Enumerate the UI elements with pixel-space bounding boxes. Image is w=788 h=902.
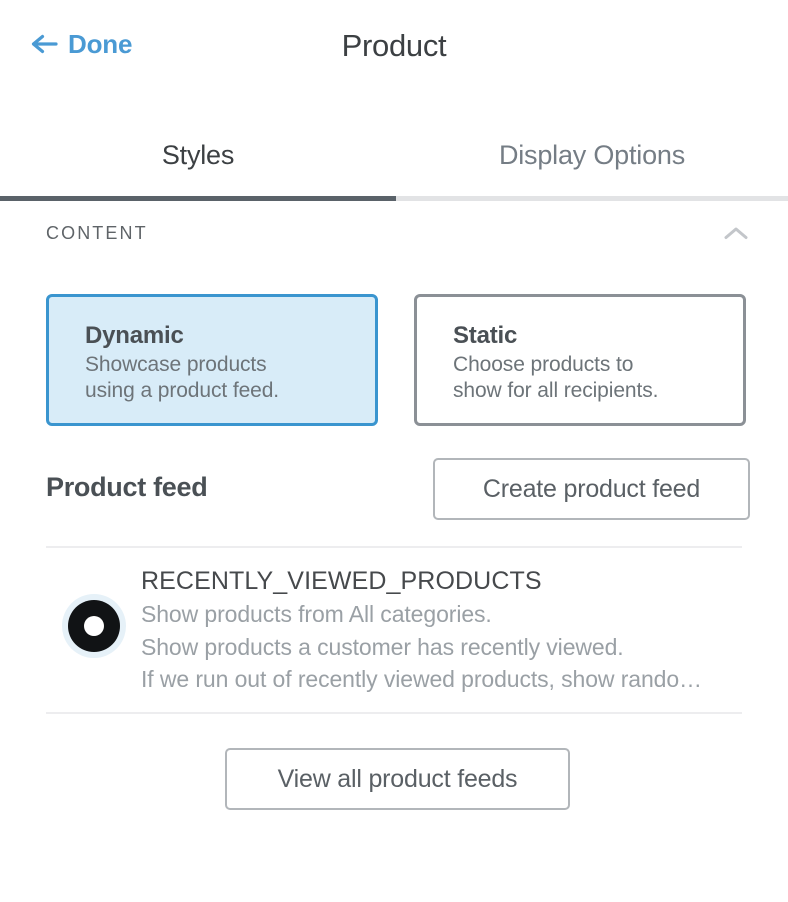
product-feed-ring-icon [62, 594, 126, 658]
product-feed-label: Product feed [46, 472, 208, 502]
content-option-static-title: Static [453, 322, 518, 349]
content-option-static-description: Choose products to show for all recipien… [453, 352, 743, 405]
section-title-content: CONTENT [46, 223, 148, 243]
view-all-product-feeds-button[interactable]: View all product feeds [225, 748, 570, 810]
chevron-up-icon [723, 225, 749, 241]
content-section-header: CONTENT [0, 201, 788, 269]
content-option-static-desc-line2: show for all recipients. [453, 379, 659, 403]
content-option-dynamic-inner: Dynamic Showcase products using a produc… [49, 297, 375, 405]
product-feed-item-line3: If we run out of recently viewed product… [141, 666, 702, 693]
product-feed-ring-icon-inner [68, 600, 120, 652]
product-feed-row: Product feed Create product feed [0, 456, 788, 546]
tab-bar: Styles Display Options [0, 102, 788, 201]
content-option-static-desc-line1: Choose products to [453, 352, 634, 376]
content-type-options: Dynamic Showcase products using a produc… [0, 294, 788, 428]
product-feed-item-line1: Show products from All categories. [141, 601, 492, 627]
content-collapse-button[interactable] [716, 215, 756, 251]
panel-footer: View all product feeds [0, 714, 788, 834]
content-option-dynamic-description: Showcase products using a product feed. [85, 352, 375, 405]
content-option-dynamic-desc-line1: Showcase products [85, 352, 267, 376]
content-option-dynamic-title: Dynamic [85, 322, 184, 349]
tab-display-options[interactable]: Display Options [396, 140, 788, 171]
product-feed-item-name: RECENTLY_VIEWED_PRODUCTS [141, 567, 542, 595]
content-option-dynamic-desc-line2: using a product feed. [85, 379, 280, 403]
content-option-static-inner: Static Choose products to show for all r… [417, 297, 743, 405]
product-settings-panel: Done Product Styles Display Options CONT… [0, 0, 788, 902]
create-product-feed-button[interactable]: Create product feed [433, 458, 750, 520]
tab-styles[interactable]: Styles [0, 140, 396, 171]
page-title: Product [341, 28, 447, 63]
content-option-static[interactable]: Static Choose products to show for all r… [414, 294, 746, 426]
product-feed-list-item[interactable]: RECENTLY_VIEWED_PRODUCTS Show products f… [0, 548, 788, 712]
panel-header: Done Product [0, 0, 788, 102]
content-option-dynamic[interactable]: Dynamic Showcase products using a produc… [46, 294, 378, 426]
product-feed-item-text: RECENTLY_VIEWED_PRODUCTS Show products f… [141, 565, 750, 696]
product-feed-item-line2: Show products a customer has recently vi… [141, 633, 624, 660]
